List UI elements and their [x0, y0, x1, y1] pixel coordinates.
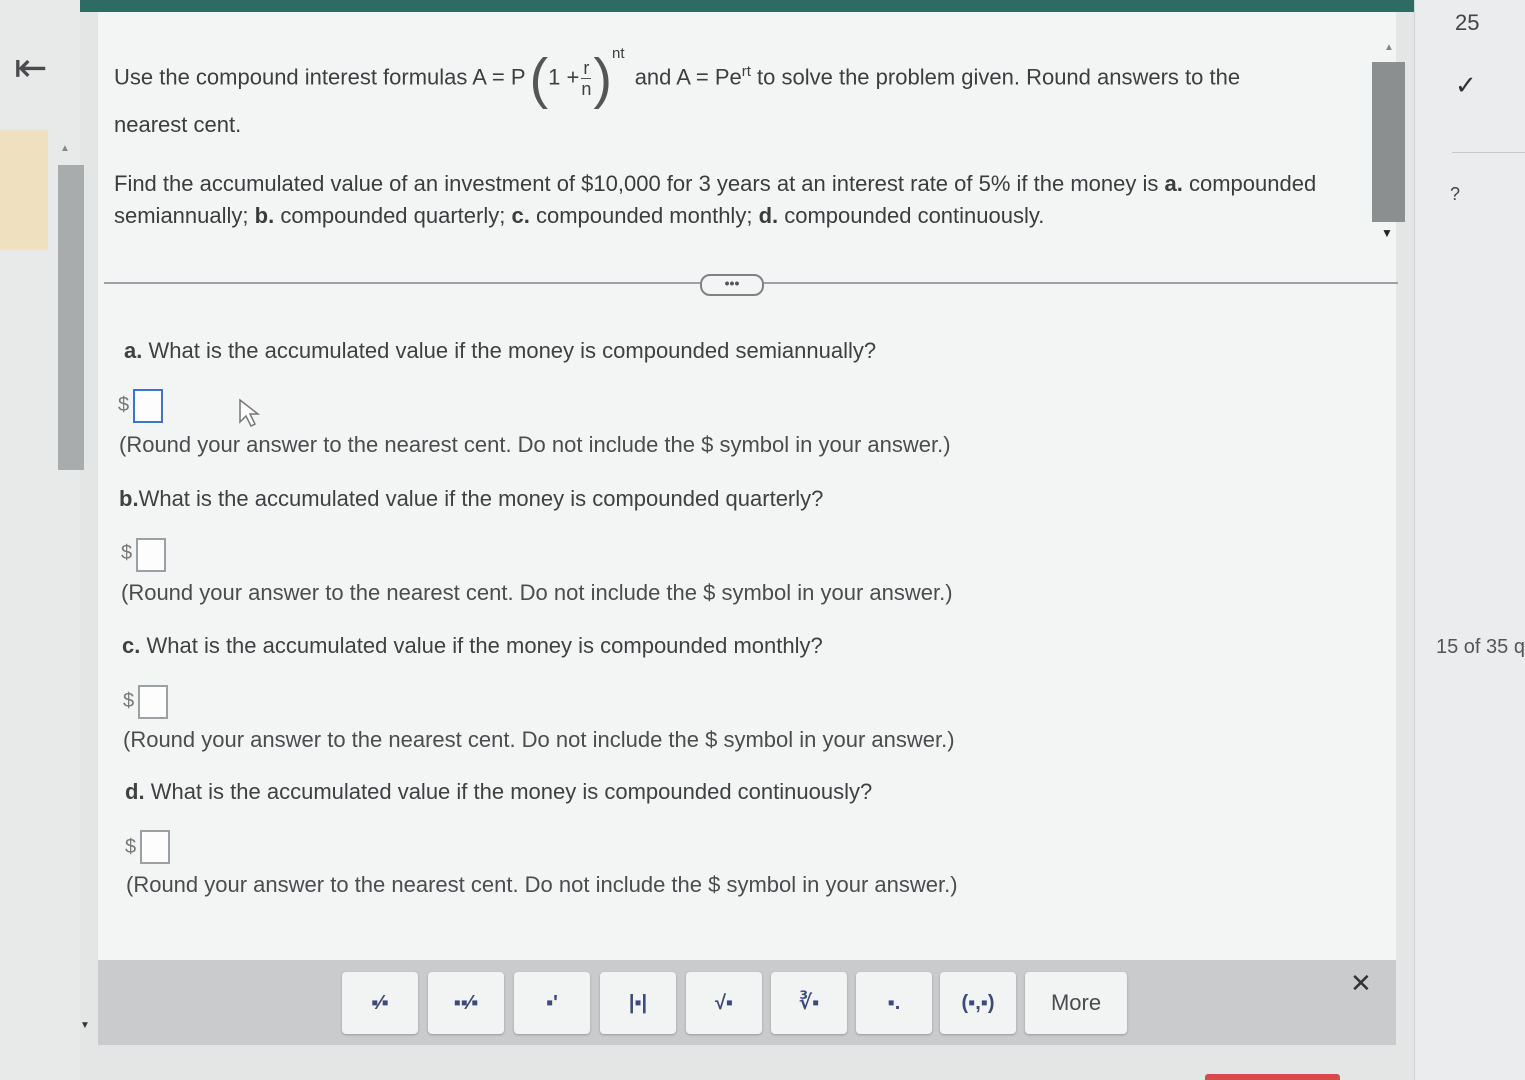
- hint-b: (Round your answer to the nearest cent. …: [121, 580, 953, 605]
- red-indicator: [1205, 1074, 1340, 1080]
- question-c: c. What is the accumulated value if the …: [122, 633, 823, 658]
- fraction-icon[interactable]: ▪⁄▪: [342, 972, 418, 1034]
- problem-statement: Find the accumulated value of an investm…: [114, 171, 1317, 228]
- question-b: b.What is the accumulated value if the m…: [119, 486, 824, 511]
- mouse-pointer-icon: [239, 398, 261, 428]
- currency-symbol-c: $: [123, 690, 135, 712]
- nth-root-icon[interactable]: ∛▪: [771, 972, 847, 1034]
- top-header-bar: [80, 0, 1426, 12]
- hint-a: (Round your answer to the nearest cent. …: [119, 432, 951, 457]
- right-scrollbar-thumb[interactable]: [1372, 62, 1405, 222]
- intro-suffix: to solve the problem given. Round answer…: [757, 64, 1241, 90]
- left-scrollbar-thumb[interactable]: [58, 165, 84, 470]
- left-scroll-down-icon[interactable]: ▼: [80, 1020, 90, 1031]
- score-number: 25: [1455, 10, 1480, 35]
- right-scroll-down-icon[interactable]: ▼: [1381, 226, 1393, 240]
- more-button[interactable]: More: [1025, 972, 1127, 1034]
- hint-d: (Round your answer to the nearest cent. …: [126, 872, 958, 897]
- currency-symbol-b: $: [121, 542, 133, 564]
- exponent-rt: rt: [741, 63, 751, 80]
- answer-input-b[interactable]: [136, 538, 166, 572]
- question-mark-icon[interactable]: ?: [1450, 184, 1460, 205]
- question-list-highlight[interactable]: [0, 130, 48, 250]
- exponent-nt: nt: [612, 45, 625, 62]
- currency-symbol-d: $: [125, 836, 137, 858]
- left-scroll-up-icon[interactable]: ▲: [60, 143, 70, 154]
- compound-formula: (1 + r n)nt: [529, 45, 625, 110]
- check-icon: ✓: [1455, 70, 1477, 100]
- currency-symbol-a: $: [118, 394, 130, 416]
- intro-prefix: Use the compound interest formulas A = P: [114, 64, 526, 90]
- question-a: a. What is the accumulated value if the …: [124, 338, 877, 363]
- hint-c: (Round your answer to the nearest cent. …: [123, 727, 955, 752]
- absolute-value-icon[interactable]: |▪|: [600, 972, 676, 1034]
- one-plus: 1 +: [548, 64, 580, 90]
- right-panel: [1415, 0, 1525, 1080]
- expand-button[interactable]: •••: [700, 274, 764, 296]
- back-to-start-icon[interactable]: ⇤: [14, 48, 48, 88]
- square-root-icon[interactable]: √▪: [686, 972, 762, 1034]
- answer-input-a[interactable]: [133, 389, 163, 423]
- exponent-icon[interactable]: ▪': [514, 972, 590, 1034]
- mixed-number-icon[interactable]: ▪▪⁄▪: [428, 972, 504, 1034]
- intro-middle: and A = Pe: [634, 64, 742, 90]
- question-d: d. What is the accumulated value if the …: [125, 779, 873, 804]
- intro-text: Use the compound interest formulas A = P…: [114, 45, 1364, 110]
- right-scroll-up-icon[interactable]: ▲: [1384, 42, 1394, 53]
- decimal-icon[interactable]: ▪.: [856, 972, 932, 1034]
- answer-input-c[interactable]: [138, 685, 168, 719]
- right-panel-divider: [1452, 152, 1525, 153]
- intro-line2: nearest cent.: [114, 112, 242, 137]
- question-count: 15 of 35 q: [1436, 636, 1525, 658]
- close-toolbar-icon[interactable]: ✕: [1350, 968, 1372, 999]
- r-over-n-fraction: rn: [581, 58, 592, 100]
- answer-input-d[interactable]: [140, 830, 170, 864]
- ordered-pair-icon[interactable]: (▪,▪): [940, 972, 1016, 1034]
